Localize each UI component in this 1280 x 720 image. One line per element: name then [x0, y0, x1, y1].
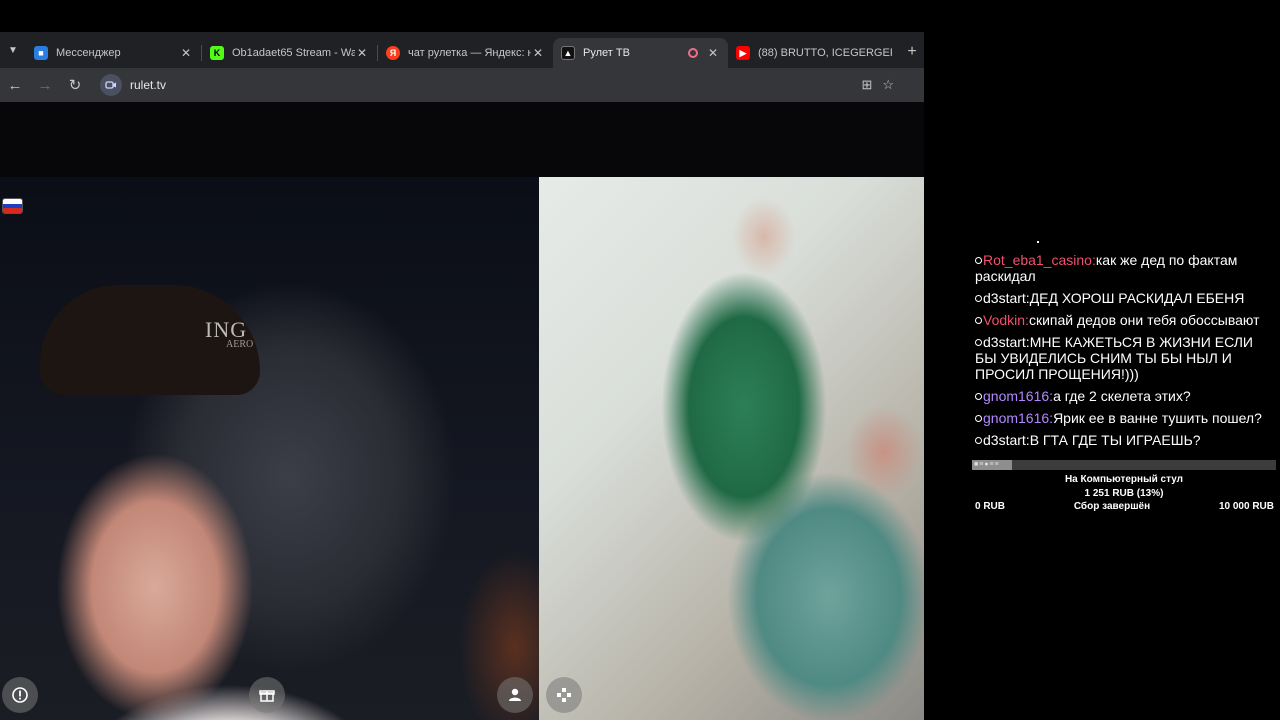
forward-icon[interactable]: →: [30, 70, 60, 100]
tab-youtube[interactable]: ▶ (88) BRUTTO, ICEGERGERT: [728, 38, 900, 68]
recording-icon: [688, 48, 698, 58]
profile-icon[interactable]: [497, 677, 533, 713]
chat-bullet-icon: [975, 317, 982, 324]
close-icon[interactable]: ✕: [706, 46, 720, 60]
close-icon[interactable]: ✕: [531, 46, 545, 60]
donation-title: На Компьютерный стул: [1064, 474, 1184, 485]
chat-text: ДЕД ХОРОШ РАСКИДАЛ ЕБЕНЯ: [1029, 290, 1245, 306]
donation-goal-widget: ■≡●≡≡ На Компьютерный стул 1 251 RUB (13…: [972, 460, 1276, 512]
reload-icon[interactable]: ↻: [60, 70, 90, 100]
chat-bullet-icon: [975, 295, 982, 302]
remote-camera-video: [539, 177, 924, 720]
donation-range: 0 RUB Сбор завершён 10 000 RUB: [972, 501, 1276, 512]
platform-icons: ■≡●≡≡: [974, 461, 1000, 468]
tab-rulet-tv[interactable]: ▲ Рулет ТВ ✕: [553, 38, 728, 68]
chat-indicator-dot: [1037, 241, 1039, 243]
chat-username: d3start:: [983, 432, 1030, 448]
tab-kick-stream[interactable]: K Ob1adaet65 Stream - Wat ✕: [202, 38, 377, 68]
chat-username: gnom1616:: [983, 388, 1054, 404]
tab-title: Рулет ТВ: [583, 47, 630, 59]
tab-title: Ob1adaet65 Stream - Wat: [232, 47, 355, 59]
tab-messenger[interactable]: ■ Мессенджер ✕: [26, 38, 201, 68]
chat-message: d3start:В ГТА ГДЕ ТЫ ИГРАЕШЬ?: [975, 432, 1275, 448]
donation-status: Сбор завершён: [1073, 501, 1151, 512]
chair-sub-text: AERO: [226, 339, 254, 350]
chat-username: gnom1616:: [983, 410, 1054, 426]
tab-title: чат рулетка — Яндекс: н: [408, 47, 531, 59]
chat-message: d3start:ДЕД ХОРОШ РАСКИДАЛ ЕБЕНЯ: [975, 290, 1275, 306]
chat-text: а где 2 скелета этих?: [1053, 388, 1191, 404]
report-icon[interactable]: [2, 677, 38, 713]
donation-progress-bar: ■≡●≡≡: [972, 460, 1276, 470]
chat-bullet-icon: [975, 393, 982, 400]
chat-username: Vodkin:: [983, 312, 1029, 328]
donation-max: 10 000 RUB: [1218, 501, 1274, 512]
local-camera-video: ING AERO: [0, 177, 539, 720]
new-tab-icon[interactable]: +: [900, 43, 924, 61]
omnibox-actions: ⊞ ☆: [861, 77, 900, 93]
browser-toolbar: ← → ↻ rulet.tv ⊞ ☆: [0, 68, 924, 102]
kick-icon: K: [210, 46, 224, 60]
install-app-icon[interactable]: ⊞: [861, 77, 872, 93]
gift-icon[interactable]: [249, 677, 285, 713]
yandex-icon: Я: [386, 46, 400, 60]
donation-min: 0 RUB: [975, 501, 1006, 512]
russia-flag-icon: [2, 198, 23, 214]
youtube-icon: ▶: [736, 46, 750, 60]
address-bar[interactable]: rulet.tv ⊞ ☆: [100, 72, 900, 98]
tab-search-dropdown-icon[interactable]: ▼: [0, 32, 26, 68]
back-icon[interactable]: ←: [0, 70, 30, 100]
browser-window: ▼ ■ Мессенджер ✕ K Ob1adaet65 Stream - W…: [0, 32, 924, 720]
chat-username: Rot_eba1_casino:: [983, 252, 1096, 268]
tab-title: Мессенджер: [56, 47, 121, 59]
url-text: rulet.tv: [130, 78, 167, 92]
chat-text: Ярик ее в ванне тушить пошел?: [1053, 410, 1262, 426]
chat-text: скипай дедов они тебя обоссывают: [1028, 312, 1260, 328]
stream-chat: Rot_eba1_casino:как же дед по фактам рас…: [975, 252, 1275, 454]
bookmark-star-icon[interactable]: ☆: [882, 77, 894, 93]
chat-username: d3start:: [983, 290, 1030, 306]
chat-message: Vodkin:скипай дедов они тебя обоссывают: [975, 312, 1275, 328]
chat-username: d3start:: [983, 334, 1030, 350]
messenger-icon: ■: [34, 46, 48, 60]
gamepad-icon[interactable]: [546, 677, 582, 713]
chat-bullet-icon: [975, 257, 982, 264]
chat-message: Rot_eba1_casino:как же дед по фактам рас…: [975, 252, 1275, 284]
tab-title: (88) BRUTTO, ICEGERGERT: [758, 47, 892, 59]
tab-yandex-search[interactable]: Я чат рулетка — Яндекс: н ✕: [378, 38, 553, 68]
chat-text: В ГТА ГДЕ ТЫ ИГРАЕШЬ?: [1029, 432, 1201, 448]
chat-message: gnom1616:а где 2 скелета этих?: [975, 388, 1275, 404]
close-icon[interactable]: ✕: [179, 46, 193, 60]
donation-amount: 1 251 RUB (13%): [1084, 488, 1164, 499]
chat-message: gnom1616:Ярик ее в ванне тушить пошел?: [975, 410, 1275, 426]
chat-bullet-icon: [975, 415, 982, 422]
rulet-icon: ▲: [561, 46, 575, 60]
rulet-page: ING AERO: [0, 102, 924, 720]
close-icon[interactable]: ✕: [355, 46, 369, 60]
chat-bullet-icon: [975, 339, 982, 346]
tab-bar: ▼ ■ Мессенджер ✕ K Ob1adaet65 Stream - W…: [0, 32, 924, 68]
chat-message: d3start:МНЕ КАЖЕТЬСЯ В ЖИЗНИ ЕСЛИ БЫ УВИ…: [975, 334, 1275, 382]
site-info-icon[interactable]: [100, 74, 122, 96]
screen: ▼ ■ Мессенджер ✕ K Ob1adaet65 Stream - W…: [0, 0, 1280, 720]
chat-bullet-icon: [975, 437, 982, 444]
